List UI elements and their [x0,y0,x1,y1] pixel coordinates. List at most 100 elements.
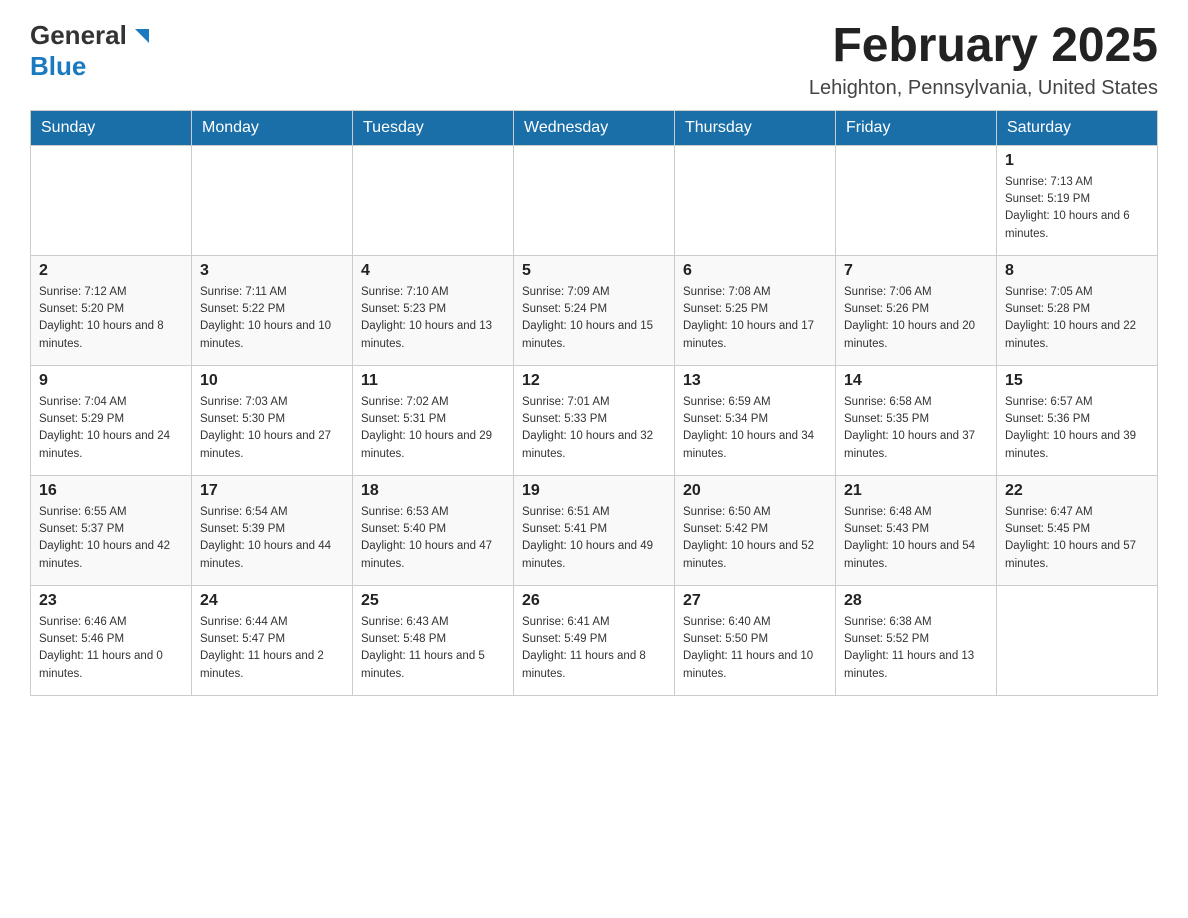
day-number: 20 [683,482,827,500]
table-row: 26 Sunrise: 6:41 AM Sunset: 5:49 PM Dayli… [514,585,675,695]
table-row: 2 Sunrise: 7:12 AM Sunset: 5:20 PM Daylig… [31,255,192,365]
logo-triangle-icon [129,25,151,47]
day-info: Sunrise: 6:47 AM Sunset: 5:45 PM Dayligh… [1005,504,1149,573]
day-number: 4 [361,262,505,280]
day-info: Sunrise: 6:41 AM Sunset: 5:49 PM Dayligh… [522,614,666,683]
day-number: 23 [39,592,183,610]
day-number: 21 [844,482,988,500]
table-row [836,145,997,255]
day-number: 16 [39,482,183,500]
day-number: 25 [361,592,505,610]
day-number: 24 [200,592,344,610]
day-number: 26 [522,592,666,610]
calendar-week-row: 2 Sunrise: 7:12 AM Sunset: 5:20 PM Daylig… [31,255,1158,365]
day-number: 2 [39,262,183,280]
day-info: Sunrise: 6:54 AM Sunset: 5:39 PM Dayligh… [200,504,344,573]
day-info: Sunrise: 6:51 AM Sunset: 5:41 PM Dayligh… [522,504,666,573]
title-block: February 2025 Lehighton, Pennsylvania, U… [809,20,1158,100]
day-info: Sunrise: 7:04 AM Sunset: 5:29 PM Dayligh… [39,394,183,463]
day-info: Sunrise: 7:06 AM Sunset: 5:26 PM Dayligh… [844,284,988,353]
day-number: 7 [844,262,988,280]
col-wednesday: Wednesday [514,110,675,145]
table-row: 17 Sunrise: 6:54 AM Sunset: 5:39 PM Dayli… [192,475,353,585]
day-number: 5 [522,262,666,280]
table-row: 25Sunrise: 6:43 AM Sunset: 5:48 PM Dayli… [353,585,514,695]
table-row: 6Sunrise: 7:08 AM Sunset: 5:25 PM Daylig… [675,255,836,365]
day-number: 8 [1005,262,1149,280]
day-info: Sunrise: 7:12 AM Sunset: 5:20 PM Dayligh… [39,284,183,353]
col-tuesday: Tuesday [353,110,514,145]
table-row: 13 Sunrise: 6:59 AM Sunset: 5:34 PM Dayli… [675,365,836,475]
table-row: 14 Sunrise: 6:58 AM Sunset: 5:35 PM Dayli… [836,365,997,475]
day-info: Sunrise: 7:08 AM Sunset: 5:25 PM Dayligh… [683,284,827,353]
table-row: 9 Sunrise: 7:04 AM Sunset: 5:29 PM Daylig… [31,365,192,475]
col-monday: Monday [192,110,353,145]
table-row: 23Sunrise: 6:46 AM Sunset: 5:46 PM Dayli… [31,585,192,695]
day-info: Sunrise: 6:59 AM Sunset: 5:34 PM Dayligh… [683,394,827,463]
day-info: Sunrise: 6:57 AM Sunset: 5:36 PM Dayligh… [1005,394,1149,463]
day-info: Sunrise: 6:53 AM Sunset: 5:40 PM Dayligh… [361,504,505,573]
day-info: Sunrise: 7:03 AM Sunset: 5:30 PM Dayligh… [200,394,344,463]
table-row: 24 Sunrise: 6:44 AM Sunset: 5:47 PM Dayli… [192,585,353,695]
table-row: 5 Sunrise: 7:09 AM Sunset: 5:24 PM Daylig… [514,255,675,365]
day-info: Sunrise: 6:44 AM Sunset: 5:47 PM Dayligh… [200,614,344,683]
day-info: Sunrise: 7:11 AM Sunset: 5:22 PM Dayligh… [200,284,344,353]
table-row [997,585,1158,695]
table-row: 15 Sunrise: 6:57 AM Sunset: 5:36 PM Dayli… [997,365,1158,475]
day-number: 3 [200,262,344,280]
col-thursday: Thursday [675,110,836,145]
day-info: Sunrise: 6:50 AM Sunset: 5:42 PM Dayligh… [683,504,827,573]
day-number: 11 [361,372,505,390]
day-number: 27 [683,592,827,610]
day-number: 19 [522,482,666,500]
table-row: 18Sunrise: 6:53 AM Sunset: 5:40 PM Dayli… [353,475,514,585]
calendar-week-row: 16 Sunrise: 6:55 AM Sunset: 5:37 PM Dayli… [31,475,1158,585]
location-title: Lehighton, Pennsylvania, United States [809,77,1158,100]
table-row [192,145,353,255]
day-number: 17 [200,482,344,500]
table-row [31,145,192,255]
day-info: Sunrise: 7:13 AM Sunset: 5:19 PM Dayligh… [1005,174,1149,243]
table-row: 19 Sunrise: 6:51 AM Sunset: 5:41 PM Dayli… [514,475,675,585]
day-info: Sunrise: 7:10 AM Sunset: 5:23 PM Dayligh… [361,284,505,353]
table-row: 1 Sunrise: 7:13 AM Sunset: 5:19 PM Daylig… [997,145,1158,255]
table-row: 12 Sunrise: 7:01 AM Sunset: 5:33 PM Dayli… [514,365,675,475]
table-row: 27 Sunrise: 6:40 AM Sunset: 5:50 PM Dayli… [675,585,836,695]
day-info: Sunrise: 7:09 AM Sunset: 5:24 PM Dayligh… [522,284,666,353]
day-number: 1 [1005,152,1149,170]
day-info: Sunrise: 6:40 AM Sunset: 5:50 PM Dayligh… [683,614,827,683]
month-title: February 2025 [809,20,1158,73]
calendar-table: Sunday Monday Tuesday Wednesday Thursday… [30,110,1158,696]
calendar-week-row: 1 Sunrise: 7:13 AM Sunset: 5:19 PM Daylig… [31,145,1158,255]
day-info: Sunrise: 6:48 AM Sunset: 5:43 PM Dayligh… [844,504,988,573]
day-info: Sunrise: 7:02 AM Sunset: 5:31 PM Dayligh… [361,394,505,463]
table-row: 4 Sunrise: 7:10 AM Sunset: 5:23 PM Daylig… [353,255,514,365]
table-row: 8 Sunrise: 7:05 AM Sunset: 5:28 PM Daylig… [997,255,1158,365]
day-number: 10 [200,372,344,390]
day-info: Sunrise: 6:55 AM Sunset: 5:37 PM Dayligh… [39,504,183,573]
day-number: 12 [522,372,666,390]
table-row: 7 Sunrise: 7:06 AM Sunset: 5:26 PM Daylig… [836,255,997,365]
day-number: 22 [1005,482,1149,500]
day-info: Sunrise: 6:58 AM Sunset: 5:35 PM Dayligh… [844,394,988,463]
table-row [675,145,836,255]
day-number: 14 [844,372,988,390]
calendar-week-row: 23Sunrise: 6:46 AM Sunset: 5:46 PM Dayli… [31,585,1158,695]
page-header: General Blue February 2025 Lehighton, Pe… [30,20,1158,100]
table-row [514,145,675,255]
day-info: Sunrise: 7:05 AM Sunset: 5:28 PM Dayligh… [1005,284,1149,353]
day-number: 9 [39,372,183,390]
table-row: 28Sunrise: 6:38 AM Sunset: 5:52 PM Dayli… [836,585,997,695]
table-row: 11 Sunrise: 7:02 AM Sunset: 5:31 PM Dayli… [353,365,514,475]
day-number: 15 [1005,372,1149,390]
col-friday: Friday [836,110,997,145]
calendar-week-row: 9 Sunrise: 7:04 AM Sunset: 5:29 PM Daylig… [31,365,1158,475]
day-number: 13 [683,372,827,390]
day-info: Sunrise: 7:01 AM Sunset: 5:33 PM Dayligh… [522,394,666,463]
table-row: 10 Sunrise: 7:03 AM Sunset: 5:30 PM Dayli… [192,365,353,475]
table-row: 21 Sunrise: 6:48 AM Sunset: 5:43 PM Dayli… [836,475,997,585]
col-saturday: Saturday [997,110,1158,145]
table-row: 16 Sunrise: 6:55 AM Sunset: 5:37 PM Dayli… [31,475,192,585]
logo: General Blue [30,20,151,82]
col-sunday: Sunday [31,110,192,145]
